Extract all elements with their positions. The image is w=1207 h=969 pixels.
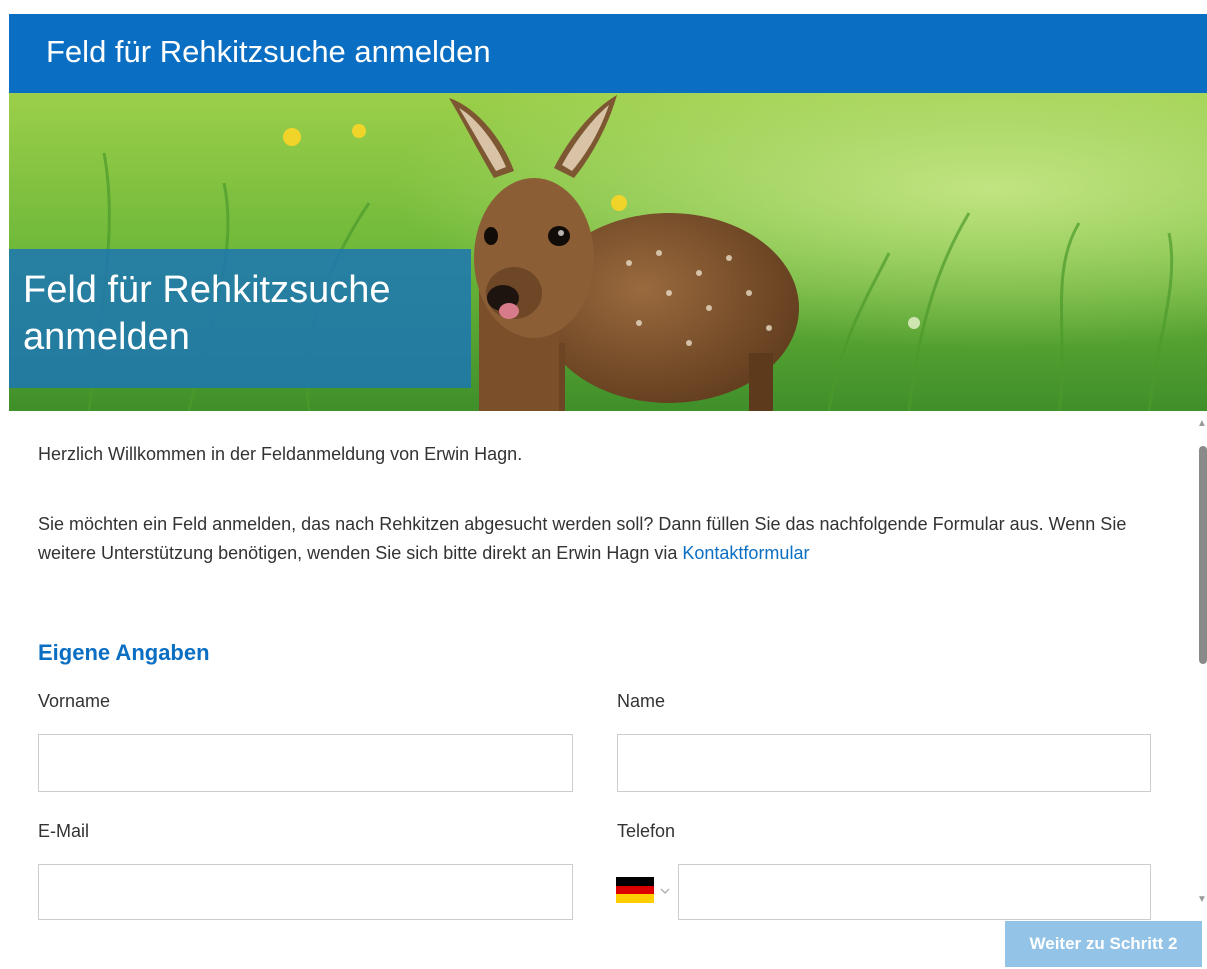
- section-title-own-details: Eigene Angaben: [38, 640, 210, 665]
- germany-flag-icon: [616, 877, 654, 903]
- last-name-input[interactable]: [617, 734, 1151, 792]
- scroll-up-icon[interactable]: ▲: [1197, 418, 1207, 429]
- scrollbar[interactable]: ▲ ▼: [1195, 418, 1207, 910]
- phone-label: Telefon: [617, 821, 676, 841]
- email-input[interactable]: [38, 864, 573, 920]
- scroll-down-icon[interactable]: ▼: [1197, 894, 1207, 905]
- phone-country-select[interactable]: [616, 877, 676, 913]
- title-bar: Feld für Rehkitzsuche anmelden: [9, 14, 1207, 93]
- page-frame: Feld für Rehkitzsuche anmelden Feld für …: [9, 14, 1207, 969]
- page-title: Feld für Rehkitzsuche anmelden: [46, 34, 491, 69]
- instructions-text: Sie möchten ein Feld anmelden, das nach …: [38, 514, 1127, 563]
- scrollbar-thumb[interactable]: [1199, 446, 1207, 664]
- first-name-input[interactable]: [38, 734, 573, 792]
- contact-form-link[interactable]: Kontaktformular: [682, 543, 809, 563]
- email-label: E-Mail: [38, 821, 90, 841]
- hero-caption-text: Feld für Rehkitzsuche anmelden: [23, 269, 391, 358]
- chevron-down-icon: [660, 888, 670, 894]
- welcome-text: Herzlich Willkommen in der Feldanmeldung…: [38, 444, 523, 464]
- next-step-button[interactable]: Weiter zu Schritt 2: [1005, 921, 1202, 967]
- first-name-label: Vorname: [38, 691, 111, 711]
- instructions-paragraph: Sie möchten ein Feld anmelden, das nach …: [38, 510, 1148, 568]
- last-name-label: Name: [617, 691, 666, 711]
- hero-banner: Feld für Rehkitzsuche anmelden: [9, 93, 1207, 411]
- phone-input[interactable]: [678, 864, 1151, 920]
- hero-caption: Feld für Rehkitzsuche anmelden: [9, 249, 471, 388]
